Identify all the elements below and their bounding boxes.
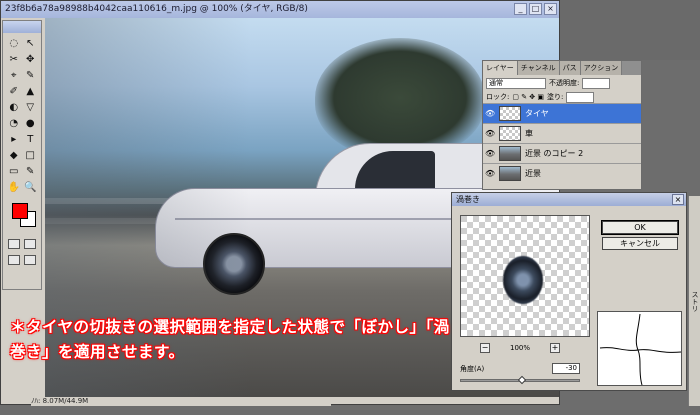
twirl-grid-preview	[597, 311, 682, 386]
layer-name: 近景 のコピー 2	[525, 149, 584, 158]
angle-input[interactable]: -30	[552, 363, 580, 374]
foreground-color-swatch[interactable]	[12, 203, 28, 219]
tab-actions[interactable]: アクション	[580, 61, 623, 75]
angle-slider[interactable]	[460, 375, 580, 385]
history-brush-icon[interactable]: ▽	[23, 100, 39, 115]
screen-mode-icon[interactable]	[8, 255, 20, 265]
marquee-tool-icon[interactable]: ◌	[6, 36, 22, 51]
eraser-tool-icon[interactable]: ◔	[6, 116, 22, 131]
layer-name: 近景	[525, 169, 541, 178]
shape-tool-icon[interactable]: □	[23, 148, 39, 163]
eye-icon[interactable]: 👁	[485, 149, 495, 158]
layer-name: 車	[525, 129, 533, 138]
tab-channels[interactable]: チャンネル	[517, 61, 560, 75]
layers-palette: レイヤー チャンネル パス アクション 通常 不透明度: ロック: ▢ ✎ ✥ …	[482, 60, 642, 190]
crop-tool-icon[interactable]: ⌖	[6, 68, 22, 83]
layer-row[interactable]: 👁 車	[483, 123, 641, 143]
eye-icon[interactable]: 👁	[485, 129, 495, 138]
color-swatches[interactable]	[6, 199, 38, 233]
type-tool-icon[interactable]: T	[23, 132, 39, 147]
fullscreen-mode-icon[interactable]	[24, 255, 36, 265]
toolbox: ◌ ↖ ✂ ✥ ⌖ ✎ ✐ ▲ ◐ ▽ ◔ ● ▸ T ◆ □ ▭ ✎ ✋ 🔍	[2, 20, 42, 290]
slider-thumb[interactable]	[517, 375, 527, 385]
opacity-label: 不透明度:	[549, 79, 580, 87]
fill-label: 塗り:	[547, 93, 564, 101]
window-controls: _ □ ×	[514, 3, 557, 15]
filter-preview[interactable]	[460, 215, 590, 337]
quickmask-mode-icon[interactable]	[24, 239, 36, 249]
healing-brush-icon[interactable]: ✐	[6, 84, 22, 99]
blend-mode-select[interactable]: 通常	[486, 77, 546, 89]
zoom-tool-icon[interactable]: 🔍	[23, 180, 39, 195]
lock-icons[interactable]: ▢ ✎ ✥ ▣	[512, 93, 544, 101]
layer-thumbnail	[499, 126, 521, 141]
close-button[interactable]: ×	[544, 3, 557, 15]
layer-row[interactable]: 👁 タイヤ	[483, 103, 641, 123]
tab-paths[interactable]: パス	[559, 61, 581, 75]
eye-icon[interactable]: 👁	[485, 109, 495, 118]
layer-row[interactable]: 👁 近景 のコピー 2	[483, 143, 641, 163]
clone-stamp-icon[interactable]: ◐	[6, 100, 22, 115]
workspace-background	[560, 0, 700, 60]
ok-button[interactable]: OK	[601, 220, 679, 235]
tire-preview-image	[503, 256, 543, 304]
layer-thumbnail	[499, 106, 521, 121]
maximize-button[interactable]: □	[529, 3, 542, 15]
layer-thumbnail	[499, 146, 521, 161]
layer-name: タイヤ	[525, 109, 549, 118]
eye-icon[interactable]: 👁	[485, 169, 495, 178]
zoom-in-button[interactable]: +	[549, 343, 560, 353]
cancel-button[interactable]: キャンセル	[602, 237, 678, 250]
paint-bucket-icon[interactable]: ●	[23, 116, 39, 131]
lock-label: ロック:	[486, 93, 510, 101]
pen-tool-icon[interactable]: ◆	[6, 148, 22, 163]
dialog-title[interactable]: 渦巻き	[452, 193, 686, 206]
move-tool-icon[interactable]: ↖	[23, 36, 39, 51]
close-icon[interactable]: ×	[672, 194, 684, 205]
standard-mode-icon[interactable]	[8, 239, 20, 249]
magic-wand-tool-icon[interactable]: ✥	[23, 52, 39, 67]
layer-thumbnail	[499, 166, 521, 181]
fill-input[interactable]	[566, 91, 595, 103]
hand-tool-icon[interactable]: ✋	[6, 180, 22, 195]
lasso-tool-icon[interactable]: ✂	[6, 52, 22, 67]
annotation-caption: ＊タイヤの切抜きの選択範囲を指定した状態で「ぼかし」「渦巻き」を適用させます。	[10, 318, 450, 361]
zoom-out-button[interactable]: −	[480, 343, 490, 353]
history-panel-edge[interactable]: ストリ	[688, 196, 700, 406]
notes-tool-icon[interactable]: ▭	[6, 164, 22, 179]
layer-row[interactable]: 👁 近景	[483, 163, 641, 183]
path-select-icon[interactable]: ▸	[6, 132, 22, 147]
brush-tool-icon[interactable]: ▲	[23, 84, 39, 99]
zoom-level: 100%	[509, 344, 530, 352]
eyedropper-tool-icon[interactable]: ✎	[23, 164, 39, 179]
angle-label: 角度(A)	[460, 364, 485, 373]
slice-tool-icon[interactable]: ✎	[23, 68, 39, 83]
opacity-input[interactable]	[582, 77, 611, 89]
minimize-button[interactable]: _	[514, 3, 527, 15]
toolbox-header[interactable]	[3, 21, 41, 33]
twirl-dialog: 渦巻き × − 100% + 角度(A) -30 OK キャンセル	[451, 192, 687, 391]
tab-layers[interactable]: レイヤー	[483, 61, 518, 75]
document-title: 23f8b6a78a98988b4042caa110616_m.jpg @ 10…	[1, 1, 559, 18]
